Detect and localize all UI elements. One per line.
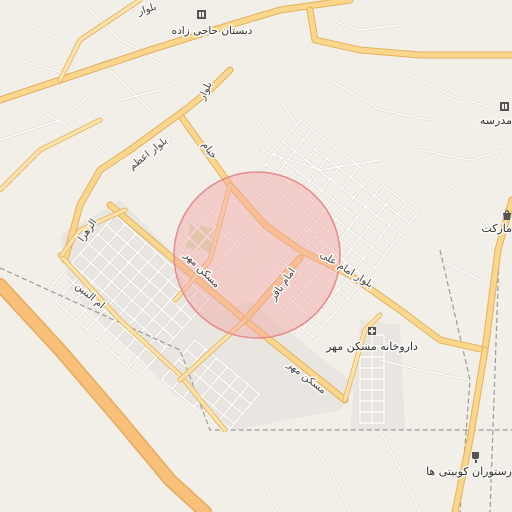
highlight-circle[interactable] <box>173 171 341 339</box>
school-icon[interactable] <box>197 10 206 19</box>
school-icon[interactable] <box>500 102 509 111</box>
poi-label-madrese: مدرسه <box>480 114 512 127</box>
poi-label-market: مارکت <box>481 222 512 235</box>
map-canvas[interactable]: بلوار دبستان حاجی زاده بلوار خیام بلوار … <box>0 0 512 512</box>
poi-label-restaurant: رستوران کوبیتی ها <box>426 465 512 478</box>
poi-label-school-haji-zadeh: دبستان حاجی زاده <box>172 25 253 37</box>
pharmacy-icon[interactable] <box>368 327 376 335</box>
poi-label-pharmacy: داروخانه مسکن مهر <box>325 340 418 353</box>
